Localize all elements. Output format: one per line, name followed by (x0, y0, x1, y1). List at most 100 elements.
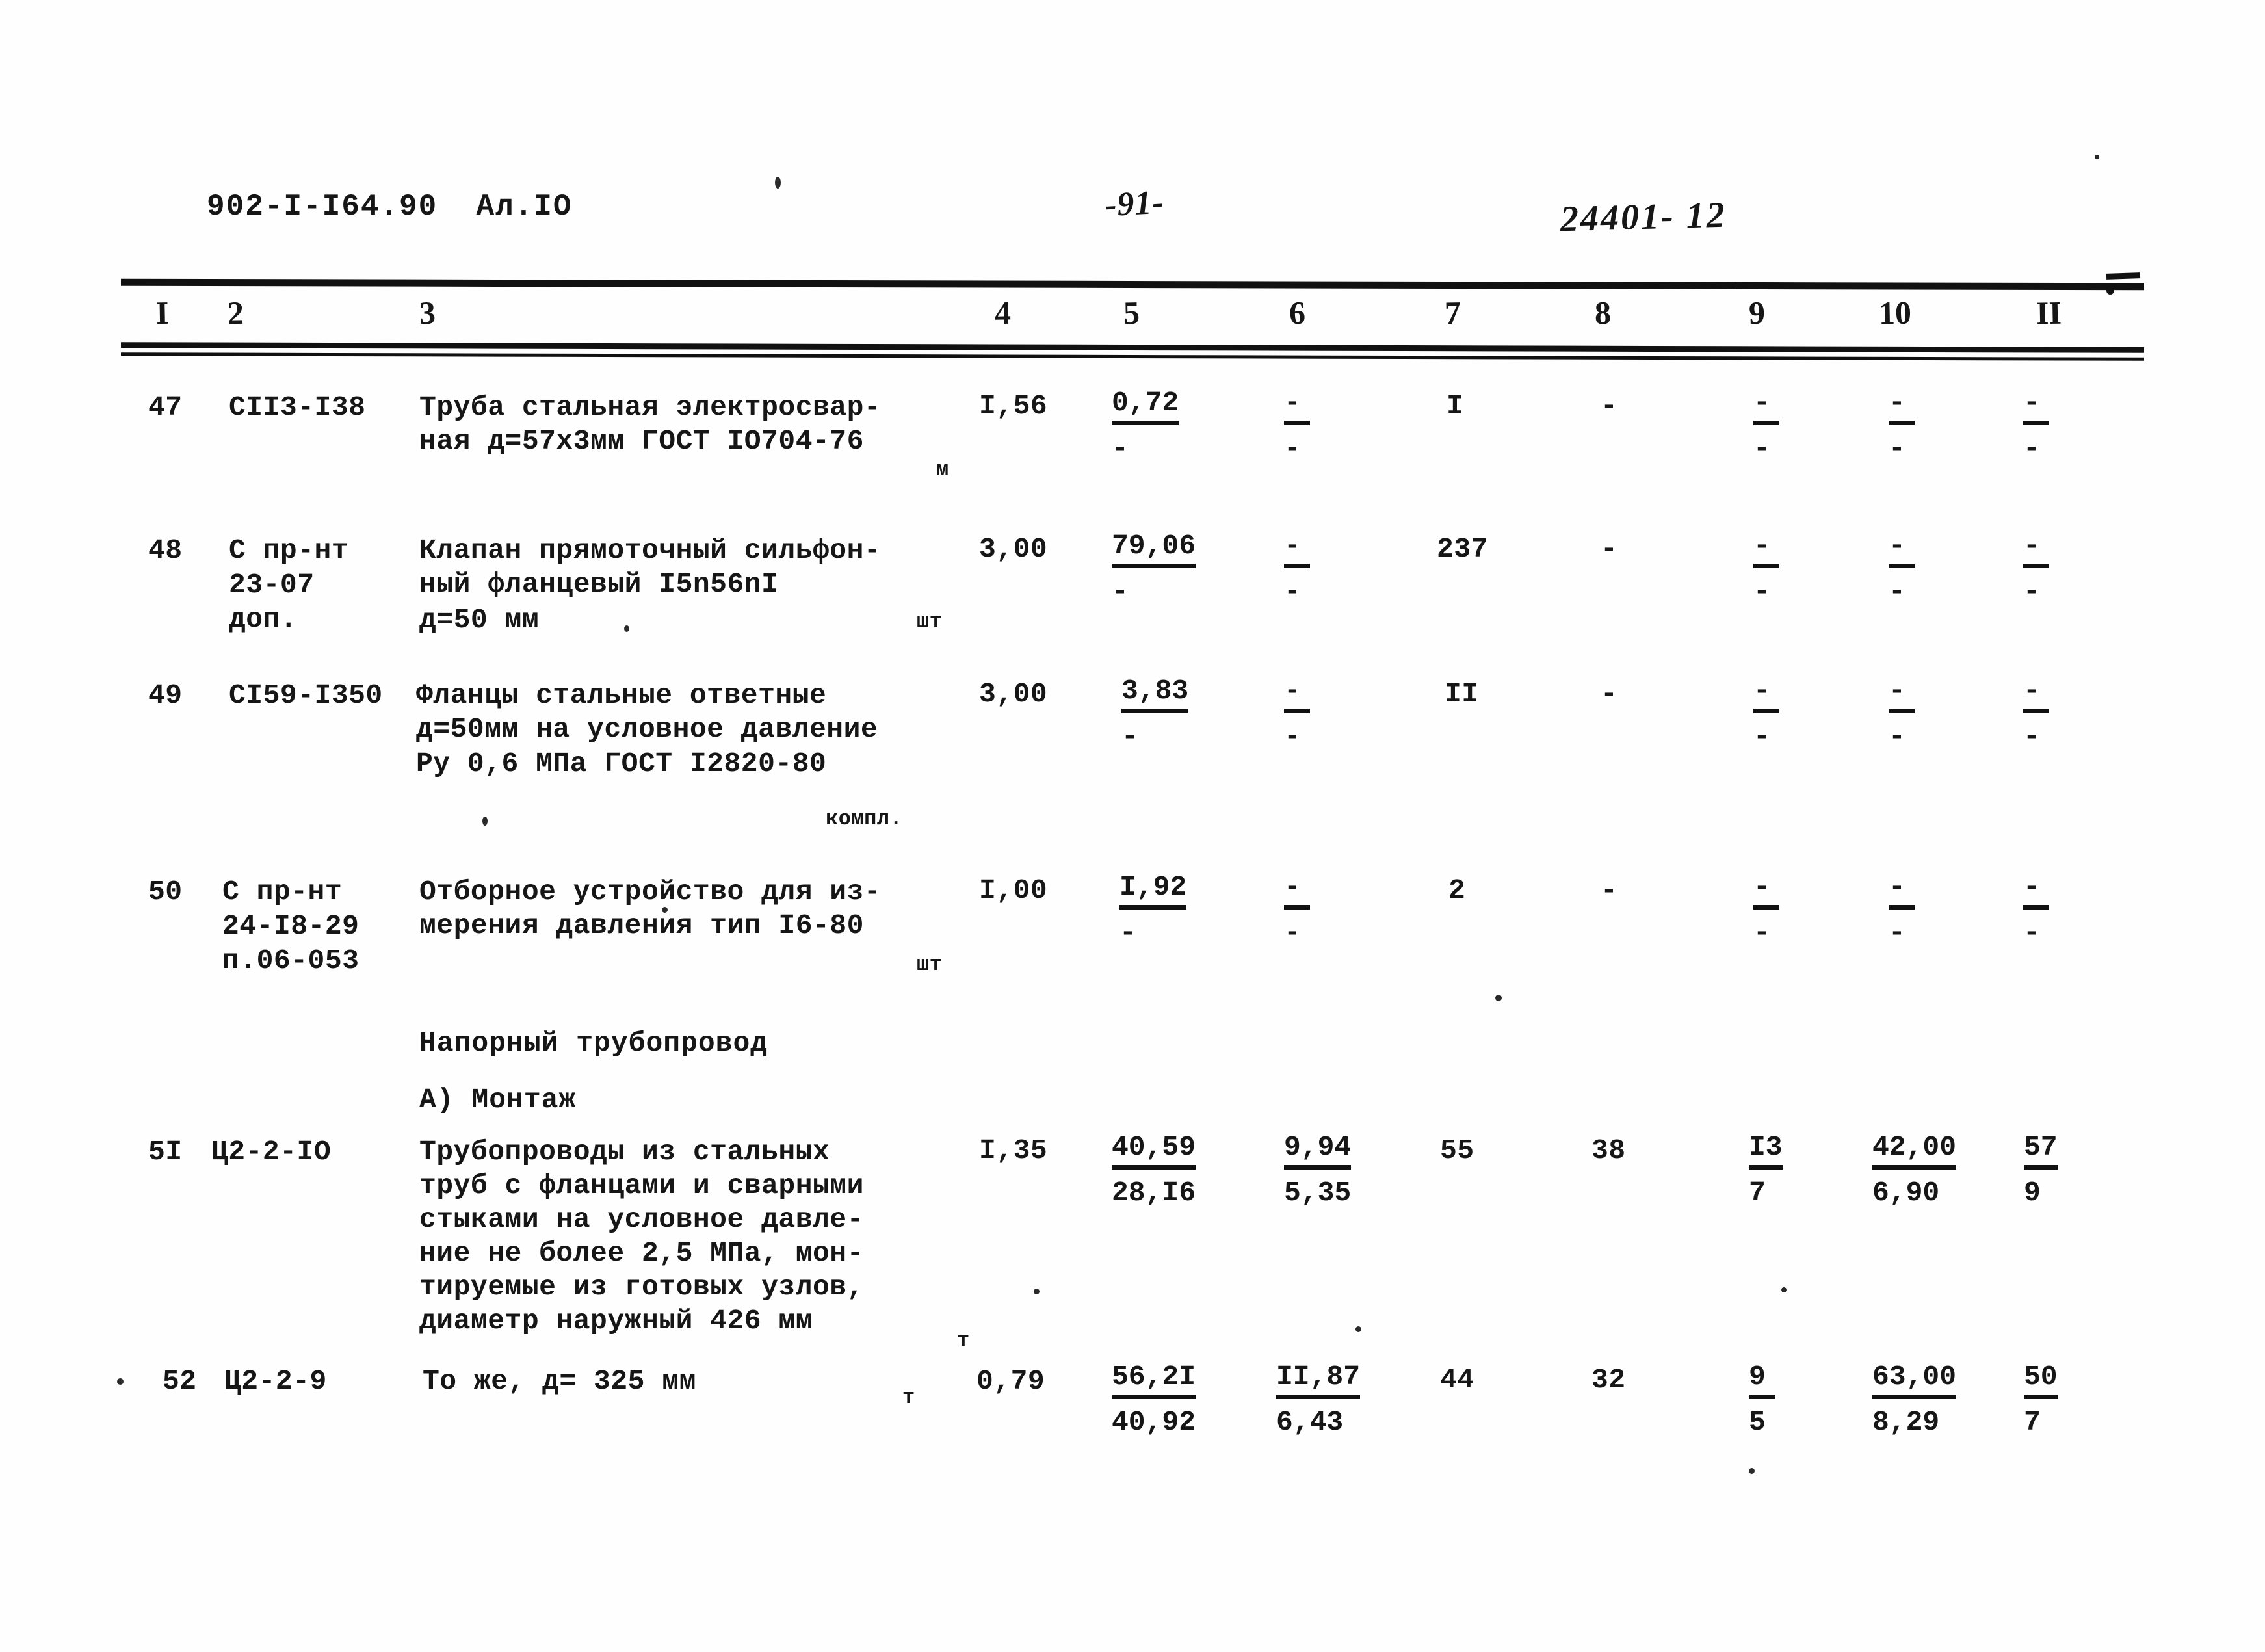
table-header-rule (120, 342, 2145, 353)
row-col11: - - (2023, 531, 2147, 607)
row-description-line3: д=50 мм (419, 604, 540, 636)
row-col10-top: - (1889, 675, 1915, 713)
row-code: СII3-I38 (229, 391, 366, 423)
row-col9-bot: 5 (1749, 1406, 1766, 1438)
row-col9-top: - (1753, 531, 1779, 568)
row-col9-bot: - (1753, 917, 1770, 949)
document-header: 902-I-I64.90 Ал.IO -91- 24401- 12 (0, 184, 2265, 240)
row-description: То же, д= 325 мм (423, 1365, 696, 1397)
column-header-1: I (155, 294, 169, 332)
row-col4: I,56 (979, 390, 1048, 422)
row-col6-top: - (1284, 872, 1310, 910)
row-col5: 40,59 28,I6 (1112, 1132, 1235, 1209)
row-col4: 3,00 (979, 533, 1048, 565)
row-col9: - - (1753, 872, 1877, 949)
row-col8: - (1601, 390, 1618, 422)
row-col7: 2 (1448, 874, 1466, 906)
row-col9-top: - (1753, 872, 1779, 910)
row-col5: 79,06 - (1112, 531, 1235, 607)
row-col6: 9,94 5,35 (1284, 1132, 1407, 1209)
row-col11-bot: - (2023, 917, 2040, 949)
row-number: 52 (163, 1365, 197, 1397)
row-col10-top: 63,00 (1872, 1361, 1957, 1399)
row-col6-top: - (1284, 387, 1310, 425)
row-col4: 0,79 (976, 1365, 1045, 1397)
row-code: Ц2-2-9 (224, 1365, 327, 1397)
row-col10-bot: 8,29 (1872, 1406, 1940, 1438)
scan-speck (2095, 155, 2099, 159)
row-col11-bot: - (2023, 575, 2040, 607)
row-col11-bot: - (2023, 720, 2040, 752)
row-col7: 55 (1440, 1134, 1474, 1166)
row-col5: I,92 - (1119, 872, 1243, 949)
scan-speck (1355, 1326, 1361, 1332)
scan-speck (1034, 1289, 1040, 1294)
column-header-5: 5 (1123, 294, 1140, 332)
row-number: 49 (148, 679, 183, 711)
row-col11-top: 50 (2024, 1361, 2058, 1399)
row-code: С пр-нт 23-07 доп. (229, 534, 349, 635)
row-col9: 9 5 (1749, 1361, 1872, 1438)
document-code: 902-I-I64.90 Ал.IO (207, 190, 573, 224)
row-col10: - - (1889, 387, 2012, 464)
row-description-line2: мерения давления тип I6-80 (419, 910, 864, 941)
column-header-6: 6 (1289, 294, 1306, 332)
row-col10-bot: - (1889, 917, 1905, 949)
row-col6: II,87 6,43 (1276, 1361, 1400, 1438)
row-description-line4: ние не более 2,5 МПа, мон- (419, 1237, 864, 1269)
page-number: -91- (1104, 183, 1166, 224)
row-description-line3: стыками на условное давле- (419, 1203, 864, 1235)
row-col9: I3 7 (1749, 1132, 1872, 1209)
document-page: 902-I-I64.90 Ал.IO -91- 24401- 12 I 2 3 … (0, 0, 2265, 1652)
row-col11-top: 57 (2024, 1132, 2058, 1170)
column-header-9: 9 (1748, 294, 1766, 332)
row-number: 47 (148, 391, 183, 423)
row-col10-bot: - (1889, 432, 1905, 464)
column-header-10: 10 (1878, 294, 1912, 332)
row-col6-top: 9,94 (1284, 1132, 1352, 1170)
row-description: Фланцы стальные ответные (416, 679, 827, 711)
column-header-3: 3 (419, 294, 436, 332)
row-col6-bot: - (1284, 720, 1301, 752)
row-col11-top: - (2023, 387, 2049, 425)
scan-speck (1781, 1287, 1787, 1292)
scan-speck (1495, 995, 1502, 1001)
row-col9-top: I3 (1749, 1132, 1783, 1170)
stamp-code: 24401- 12 (1560, 194, 1727, 240)
row-col5-bot: - (1112, 432, 1129, 464)
row-col4: I,00 (979, 874, 1048, 906)
row-col6: - - (1284, 675, 1407, 752)
row-unit: т (957, 1328, 970, 1352)
row-number: 5I (148, 1136, 183, 1168)
section-heading-pipeline: Напорный трубопровод (419, 1027, 768, 1059)
row-code: Ц2-2-IO (211, 1136, 332, 1168)
row-col6-bot: - (1284, 575, 1301, 607)
row-col5-bot: 40,92 (1112, 1406, 1196, 1438)
row-description: Труба стальная электросвар- (419, 391, 882, 423)
row-col5-bot: - (1119, 917, 1136, 949)
row-col6: - - (1284, 387, 1407, 464)
row-col10-top: 42,00 (1872, 1132, 1957, 1170)
row-col8: 32 (1591, 1364, 1626, 1396)
row-description: Трубопроводы из стальных (419, 1136, 830, 1168)
row-col5: 3,83 - (1121, 675, 1245, 752)
row-col5-bot: - (1112, 575, 1129, 607)
row-col10: - - (1889, 531, 2012, 607)
row-col6: - - (1284, 872, 1407, 949)
row-col11-top: - (2023, 675, 2049, 713)
row-col8: 38 (1591, 1134, 1626, 1166)
row-col5-top: I,92 (1119, 872, 1187, 910)
scan-speck (482, 817, 488, 826)
row-col9-bot: - (1753, 720, 1770, 752)
scan-speck (624, 625, 629, 632)
row-col6-top: - (1284, 675, 1310, 713)
row-col6-bot: 5,35 (1284, 1177, 1352, 1209)
row-col5-top: 56,2I (1112, 1361, 1196, 1399)
table-header-rule-second (120, 352, 2145, 361)
row-col6-top: - (1284, 531, 1310, 568)
row-description-line5: тируемые из готовых узлов, (419, 1271, 864, 1303)
table-top-rule (120, 278, 2145, 291)
row-col9: - - (1753, 675, 1877, 752)
column-header-11: II (2036, 294, 2062, 332)
row-col11-top: - (2023, 531, 2049, 568)
